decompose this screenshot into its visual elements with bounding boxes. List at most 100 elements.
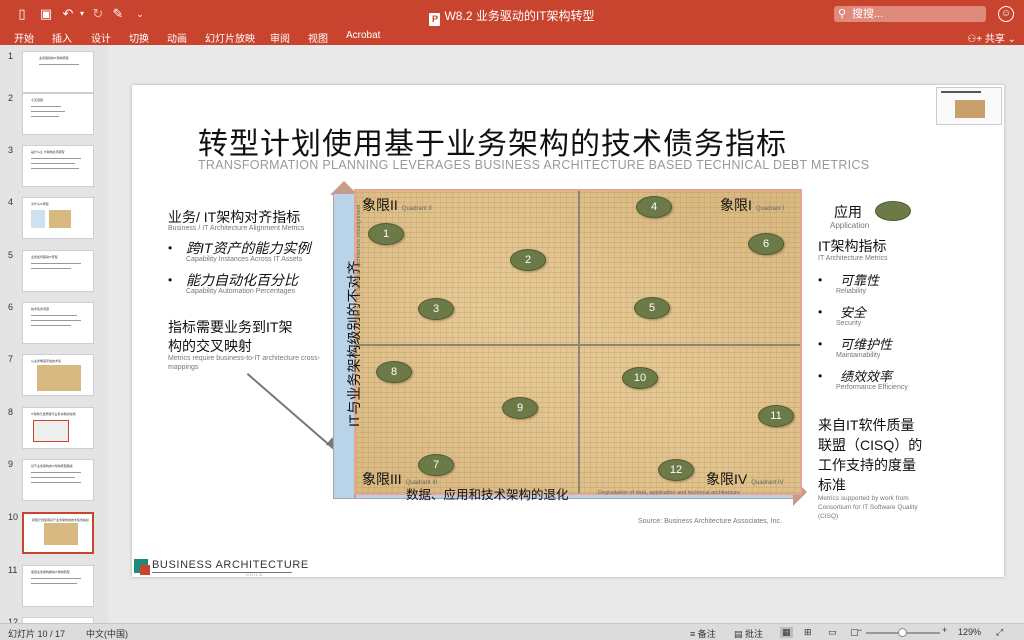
metric-maintainability-en: Maintainability xyxy=(836,352,881,359)
bubble-12[interactable]: 12 xyxy=(658,459,694,481)
normal-view-button[interactable]: ▦ xyxy=(780,627,793,638)
metric-security-en: Security xyxy=(836,320,862,327)
zoom-in-button[interactable]: + xyxy=(942,625,947,635)
x-axis-label[interactable]: 数据、应用和技术架构的退化 xyxy=(406,484,569,503)
vertical-divider xyxy=(578,191,580,493)
cisq-note-line3[interactable]: 工作支持的度量 xyxy=(818,455,916,475)
quadrant-matrix[interactable]: 象限II Quadrant II 象限I Quadrant I 象限III Quadr… xyxy=(354,189,802,495)
thumbnail-number: 10 xyxy=(8,512,19,522)
pointer-arrow xyxy=(246,373,339,454)
thumbnail-image[interactable]: 从业务角度评估技术债 xyxy=(22,354,94,396)
title-bar: ▯ ▣ ↶ ▾ ↻ ✎ ⌄ P W8.2 业务驱动的IT架构转型 ⚲ 搜搜... ☺ xyxy=(0,0,1024,28)
application-label[interactable]: 应用 xyxy=(834,202,862,222)
alignment-metrics-heading[interactable]: 业务/ IT架构对齐指标 xyxy=(168,207,300,227)
notes-label: 备注 xyxy=(697,629,716,639)
metric-performance-efficiency[interactable]: 绩效效率 xyxy=(840,366,892,385)
search-input[interactable]: ⚲ 搜搜... xyxy=(834,6,986,22)
thumbnail-image[interactable]: 技术债务问题 xyxy=(22,302,94,344)
thumbnail-title: 是什么让 IT架构必须转型 xyxy=(31,150,65,154)
metric-performance-efficiency-en: Performance Efficiency xyxy=(836,384,908,391)
tab-review[interactable]: 审阅 xyxy=(270,30,290,45)
thumbnail-image[interactable]: 使用业务架构推动IT架构转型 xyxy=(22,565,94,607)
comments-label: 批注 xyxy=(745,629,764,639)
comments-button[interactable]: ▤ 批注 xyxy=(734,627,763,640)
thumbnail-number: 5 xyxy=(8,250,14,260)
thumbnail-title: 业务如何驱动IT转型 xyxy=(31,255,58,259)
bubble-11[interactable]: 11 xyxy=(758,405,794,427)
fit-to-window-icon[interactable]: ⤢ xyxy=(996,627,1003,638)
metric-capability-instances-en: Capability Instances Across IT Assets xyxy=(186,256,303,263)
zoom-slider-handle[interactable] xyxy=(898,628,907,637)
reading-view-button[interactable]: ▭ xyxy=(828,627,837,638)
thumbnail-image[interactable]: 业务如何驱动IT转型 xyxy=(22,250,94,292)
chevron-down-icon: ⌄ xyxy=(1004,34,1016,45)
thumbnail-image[interactable]: 今天话题 xyxy=(22,93,94,135)
guild-logo-mark-accent xyxy=(140,565,150,575)
thumbnail-image-selected[interactable]: 转型计划使用基于业务架构的技术债务指标 xyxy=(22,512,94,554)
tab-insert[interactable]: 插入 xyxy=(52,30,72,45)
language-indicator[interactable]: 中文(中国) xyxy=(86,627,128,640)
zoom-out-button[interactable]: − xyxy=(857,625,862,635)
slide-editing-canvas[interactable]: 转型计划使用基于业务架构的技术债务指标 TRANSFORMATION PLANN… xyxy=(108,45,1024,623)
thumbnail-image[interactable]: 是什么让 IT架构必须转型 xyxy=(22,145,94,187)
source-citation[interactable]: Source: Business Architecture Associates… xyxy=(638,518,782,525)
tab-acrobat[interactable]: Acrobat xyxy=(346,30,380,41)
metric-reliability[interactable]: 可靠性 xyxy=(840,270,879,289)
share-label: 共享 xyxy=(984,34,1005,45)
cross-mapping-note-line2[interactable]: 构的交叉映射 xyxy=(168,336,252,356)
thumbnail-title: 为什么IT转型 xyxy=(31,202,49,206)
share-button[interactable]: ⚇+ 共享 ⌄ xyxy=(967,30,1016,45)
thumbnail-image[interactable]: 为什么IT转型 xyxy=(22,197,94,239)
tab-design[interactable]: 设计 xyxy=(91,30,111,45)
bubble-8[interactable]: 8 xyxy=(376,361,412,383)
quadrant-2-label[interactable]: 象限II Quadrant II xyxy=(362,195,432,215)
horizontal-divider xyxy=(356,344,800,346)
notes-button[interactable]: ≡ 备注 xyxy=(690,627,716,640)
quadrant-3-name: 象限III xyxy=(362,471,402,487)
bullet-icon: • xyxy=(818,337,823,351)
user-feedback-icon[interactable]: ☺ xyxy=(998,6,1014,22)
tab-home[interactable]: 开始 xyxy=(14,30,34,45)
bubble-6[interactable]: 6 xyxy=(748,233,784,255)
slide-thumbnail-pane[interactable]: 1 业务驱动的IT架构转型 2 今天话题 3 是什么让 IT架构必须转型 4 为什么IT… xyxy=(0,45,108,623)
bubble-10[interactable]: 10 xyxy=(622,367,658,389)
thumbnail-image[interactable]: 业务驱动的IT架构转型 xyxy=(22,51,94,93)
quadrant-1-label[interactable]: 象限I Quadrant I xyxy=(720,195,784,215)
cross-mapping-note-line1[interactable]: 指标需要业务到IT架 xyxy=(168,317,292,337)
it-metrics-heading[interactable]: IT架构指标 xyxy=(818,236,886,256)
cisq-note-line4[interactable]: 标准 xyxy=(818,475,846,495)
thumbnail-image[interactable]: IT架构元素质量与业务关联的案例 xyxy=(22,407,94,449)
metric-security[interactable]: 安全 xyxy=(840,302,866,321)
tab-view[interactable]: 视图 xyxy=(308,30,328,45)
tab-animations[interactable]: 动画 xyxy=(167,30,187,45)
cisq-note-line1[interactable]: 来自IT软件质量 xyxy=(818,415,914,435)
metric-capability-instances[interactable]: 跨IT资产的能力实例 xyxy=(186,238,310,258)
bubble-5[interactable]: 5 xyxy=(634,297,670,319)
thumbnail-number: 11 xyxy=(8,565,18,575)
cross-mapping-note-en-line2: mappings xyxy=(168,364,199,371)
bubble-3[interactable]: 3 xyxy=(418,298,454,320)
bubble-2[interactable]: 2 xyxy=(510,249,546,271)
current-slide[interactable]: 转型计划使用基于业务架构的技术债务指标 TRANSFORMATION PLANN… xyxy=(132,85,1004,577)
bubble-1[interactable]: 1 xyxy=(368,223,404,245)
thumbnail-number: 1 xyxy=(8,51,14,61)
bullet-icon: • xyxy=(818,305,823,319)
it-metrics-heading-en: IT Architecture Metrics xyxy=(818,255,888,262)
quadrant-4-label[interactable]: 象限IV Quadrant IV xyxy=(706,469,784,489)
bubble-7[interactable]: 7 xyxy=(418,454,454,476)
bubble-4[interactable]: 4 xyxy=(636,196,672,218)
bubble-9[interactable]: 9 xyxy=(502,397,538,419)
tab-slideshow[interactable]: 幻灯片放映 xyxy=(205,30,255,45)
zoom-level[interactable]: 129% xyxy=(958,627,981,637)
cisq-note-line2[interactable]: 联盟（CISQ）的 xyxy=(818,435,922,455)
guild-logo-rule xyxy=(152,572,292,573)
metric-automation-percentages-en: Capability Automation Percentages xyxy=(186,288,295,295)
tab-transitions[interactable]: 切换 xyxy=(129,30,149,45)
metric-maintainability[interactable]: 可维护性 xyxy=(840,334,892,353)
slide-subtitle[interactable]: TRANSFORMATION PLANNING LEVERAGES BUSINE… xyxy=(198,158,869,172)
metric-automation-percentages[interactable]: 能力自动化百分比 xyxy=(186,270,298,290)
slide-counter: 幻灯片 10 / 17 xyxy=(8,629,66,639)
slide-title[interactable]: 转型计划使用基于业务架构的技术债务指标 xyxy=(198,119,787,163)
thumbnail-image[interactable]: 基于业务架构的IT架构转型路线 xyxy=(22,459,94,501)
slide-sorter-button[interactable]: ⊞ xyxy=(804,627,812,638)
